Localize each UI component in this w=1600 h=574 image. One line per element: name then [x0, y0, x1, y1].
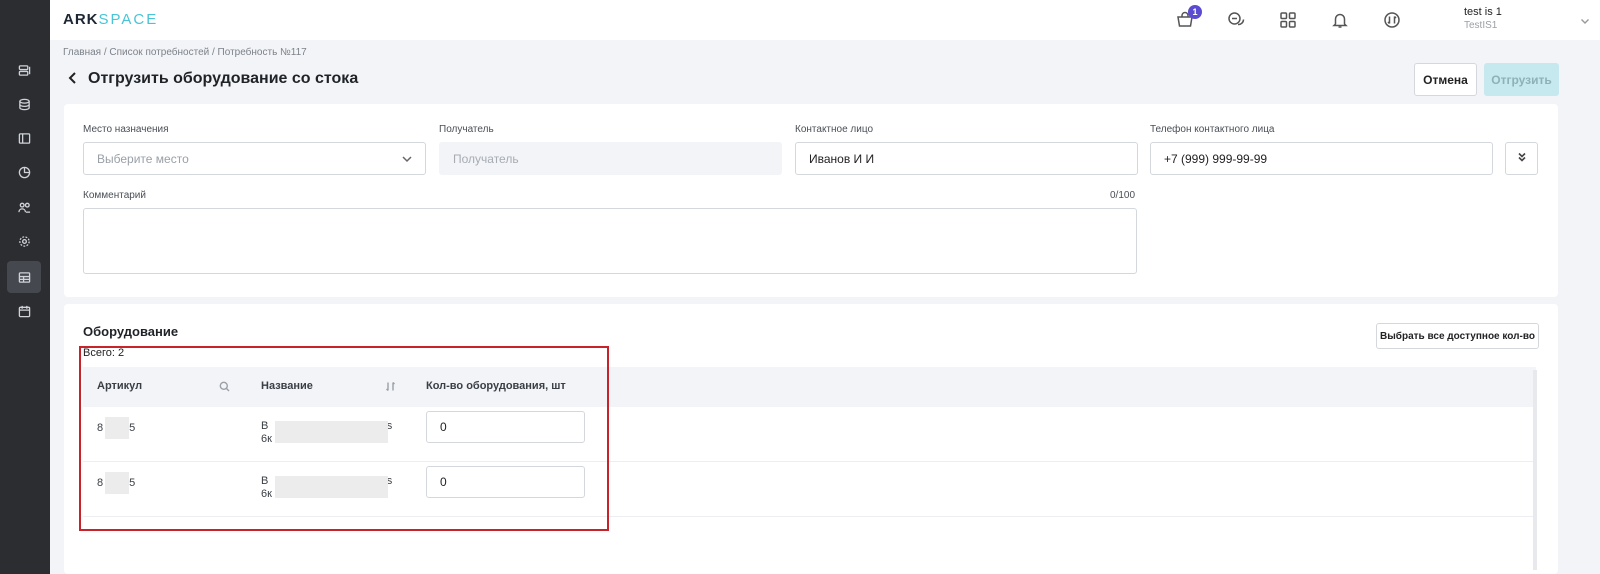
- bell-icon[interactable]: [1329, 9, 1351, 31]
- database-icon[interactable]: [7, 88, 41, 120]
- page-title: Отгрузить оборудование со стока: [88, 70, 359, 87]
- logo[interactable]: ARKSPACE: [63, 11, 158, 28]
- list-icon[interactable]: [7, 54, 41, 86]
- destination-select[interactable]: Выберите место: [83, 142, 426, 175]
- comment-counter: 0/100: [1110, 190, 1136, 201]
- column-article: Артикул: [97, 380, 143, 392]
- double-chevron-down-icon: [1516, 151, 1528, 166]
- layout-icon[interactable]: [7, 122, 41, 154]
- shipment-form-card: Место назначения Выберите место Получате…: [64, 104, 1558, 297]
- ship-button[interactable]: Отгрузить: [1484, 63, 1559, 96]
- cart-icon[interactable]: 1: [1174, 5, 1202, 31]
- contact-value: Иванов И И: [809, 151, 875, 166]
- user-name[interactable]: test is 1: [1464, 6, 1502, 18]
- redaction: [275, 421, 388, 443]
- redaction: [105, 417, 129, 439]
- sidebar: [0, 0, 50, 574]
- contact-field[interactable]: Иванов И И: [795, 142, 1138, 175]
- cart-badge: 1: [1188, 5, 1202, 19]
- cancel-button[interactable]: Отмена: [1414, 63, 1477, 96]
- phone-field[interactable]: +7 (999) 999-99-99: [1150, 142, 1493, 175]
- scrollbar[interactable]: [1533, 370, 1537, 570]
- contact-label: Контактное лицо: [795, 124, 874, 135]
- destination-placeholder: Выберите место: [97, 151, 189, 166]
- select-all-button[interactable]: Выбрать все доступное кол-во: [1376, 323, 1539, 349]
- equipment-total: Всего: 2: [83, 347, 125, 359]
- phone-label: Телефон контактного лица: [1150, 124, 1275, 135]
- column-qty: Кол-во оборудования, шт: [426, 380, 566, 392]
- chart-icon[interactable]: [7, 156, 41, 188]
- table-icon[interactable]: [7, 261, 41, 293]
- title-row: Отгрузить оборудование со стока: [66, 70, 358, 88]
- sort-icon[interactable]: [385, 380, 396, 395]
- apps-grid-icon[interactable]: [1277, 9, 1299, 31]
- user-subtitle: TestIS1: [1464, 20, 1498, 31]
- comment-label: Комментарий: [83, 190, 146, 201]
- chevron-down-icon[interactable]: [1580, 14, 1590, 24]
- recipient-field: Получатель: [439, 142, 782, 175]
- calendar-icon[interactable]: [7, 295, 41, 327]
- equipment-title: Оборудование: [83, 324, 179, 339]
- redaction: [105, 472, 129, 494]
- recipient-placeholder: Получатель: [453, 151, 519, 166]
- settings-icon[interactable]: [7, 225, 41, 257]
- top-header: ARKSPACE 1 test is 1 TestIS1: [50, 0, 1600, 40]
- redaction: [275, 476, 388, 498]
- table-row: 85 Вis 6к: [83, 407, 1536, 462]
- quantity-input[interactable]: [426, 466, 585, 498]
- quantity-input[interactable]: [426, 411, 585, 443]
- exchange-icon[interactable]: [1381, 9, 1403, 31]
- chat-icon[interactable]: [1225, 9, 1247, 31]
- chevron-down-icon: [401, 153, 413, 168]
- column-name[interactable]: Название: [261, 380, 313, 392]
- table-header: Артикул Название Кол-во оборудования, шт: [83, 367, 1536, 407]
- back-arrow-icon[interactable]: [66, 71, 80, 88]
- comment-textarea[interactable]: [83, 208, 1137, 274]
- recipient-label: Получатель: [439, 124, 494, 135]
- table-row: 85 Вis 6к: [83, 462, 1536, 517]
- equipment-card: Оборудование Всего: 2 Выбрать все доступ…: [64, 304, 1558, 574]
- users-icon[interactable]: [7, 191, 41, 223]
- expand-button[interactable]: [1505, 142, 1538, 175]
- breadcrumb[interactable]: Главная / Список потребностей / Потребно…: [63, 47, 307, 58]
- destination-label: Место назначения: [83, 124, 169, 135]
- phone-value: +7 (999) 999-99-99: [1164, 151, 1268, 166]
- search-icon[interactable]: [219, 380, 230, 395]
